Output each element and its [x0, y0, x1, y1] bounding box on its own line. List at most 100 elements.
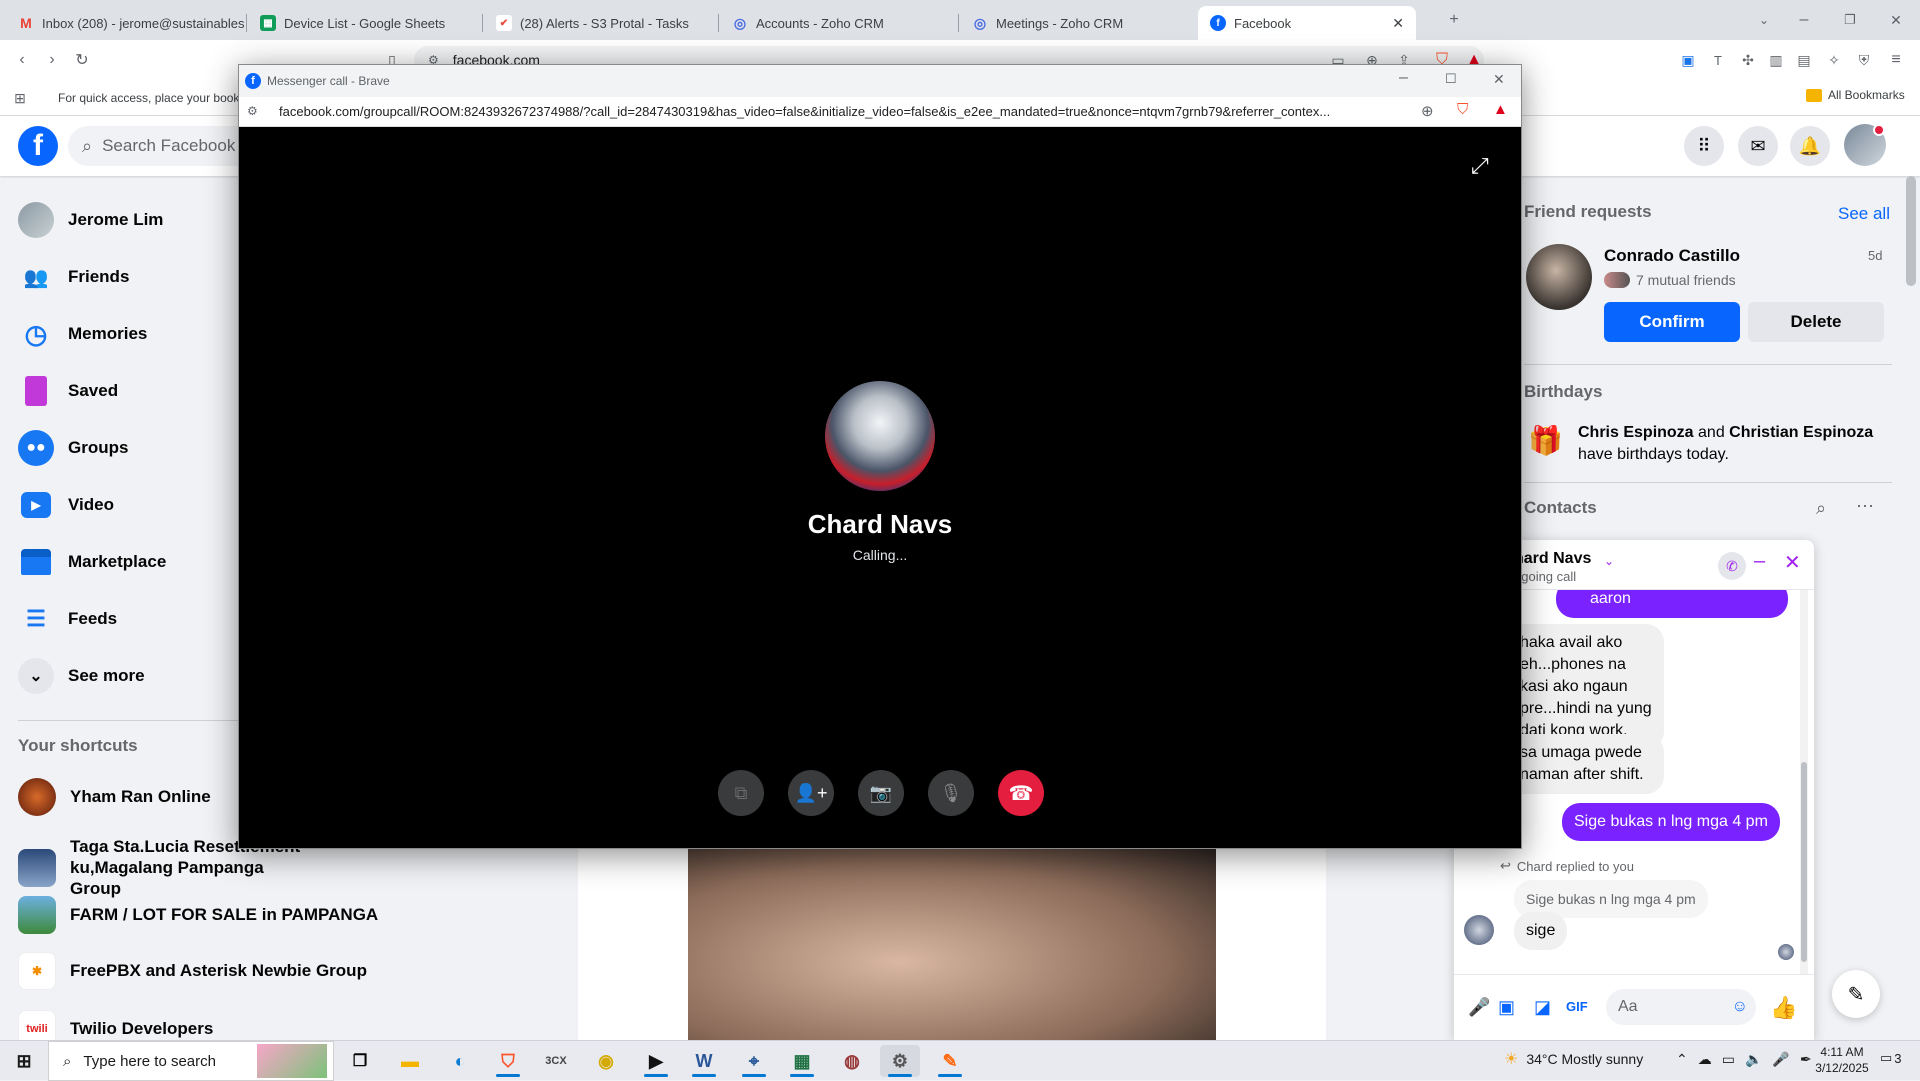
minimize-icon[interactable]: – [1399, 69, 1408, 87]
close-tab-icon[interactable]: ✕ [1392, 15, 1404, 32]
extension-icon[interactable]: ▣ [1676, 48, 1700, 72]
app-orange-icon[interactable]: ✎ [930, 1045, 970, 1077]
popup-title-bar[interactable]: f Messenger call - Brave – ☐ ✕ [239, 65, 1521, 97]
sender-avatar[interactable] [1464, 915, 1494, 945]
app-red-icon[interactable]: ◍ [832, 1045, 872, 1077]
nav-see-more[interactable]: ⌄ See more [18, 658, 145, 694]
message-bubble-outgoing[interactable]: Sige bukas n lng mga 4 pm [1562, 803, 1780, 841]
clock[interactable]: 4:11 AM 3/12/2025 [1810, 1044, 1874, 1076]
emoji-icon[interactable]: ☺ [1732, 998, 1748, 1016]
birthday-name[interactable]: Chris Espinoza [1578, 424, 1694, 441]
apps-grid-icon[interactable]: ⊞ [8, 86, 32, 110]
tab-zoho-meetings[interactable]: ◎ Meetings - Zoho CRM [960, 6, 1196, 40]
start-button[interactable]: ⊞ [4, 1045, 44, 1077]
shortcut-item[interactable]: ✱ FreePBX and Asterisk Newbie Group [18, 952, 367, 990]
app-yellow-icon[interactable]: ◉ [586, 1045, 626, 1077]
tray-chevron-icon[interactable]: ⌃ [1676, 1051, 1688, 1068]
excel-icon[interactable]: ▦ [782, 1045, 822, 1077]
nav-marketplace[interactable]: Marketplace [18, 544, 166, 580]
taskbar-search[interactable]: ⌕ Type here to search [48, 1041, 334, 1081]
nav-video[interactable]: ▶ Video [18, 487, 114, 523]
birthday-name[interactable]: Christian Espinoza [1729, 424, 1873, 441]
nav-feeds[interactable]: ☰ Feeds [18, 601, 117, 637]
app-blue-icon[interactable]: ⌖ [734, 1045, 774, 1077]
brave-shield-icon[interactable]: ⛉ [1457, 101, 1468, 118]
nav-memories[interactable]: ◷ Memories [18, 316, 148, 352]
message-input[interactable]: Aa ☺ [1606, 989, 1756, 1025]
photo-icon[interactable]: ▣ [1498, 997, 1515, 1018]
popup-address-bar[interactable]: ⚙ facebook.com/groupcall/ROOM:8243932672… [239, 97, 1521, 127]
restore-icon[interactable]: ❐ [1838, 8, 1862, 32]
reload-icon[interactable]: ↻ [70, 48, 94, 72]
post-image[interactable] [688, 845, 1216, 1040]
chat-scrollbar-thumb[interactable] [1801, 762, 1807, 962]
app-3cx-icon[interactable]: 3CX [536, 1045, 576, 1077]
video-off-button[interactable]: 📷 [858, 770, 904, 816]
tab-gmail[interactable]: M Inbox (208) - jerome@sustainablesp [6, 6, 244, 40]
nav-friends[interactable]: 👥 Friends [18, 259, 130, 295]
extensions-icon[interactable]: ✣ [1736, 48, 1760, 72]
word-icon[interactable]: W [684, 1045, 724, 1077]
wallet-icon[interactable]: ▤ [1792, 48, 1816, 72]
message-bubble-outgoing[interactable]: aaron [1556, 590, 1788, 618]
leo-icon[interactable]: ✧ [1822, 48, 1846, 72]
tab-facebook[interactable]: f Facebook ✕ [1198, 6, 1416, 40]
notifications-icon[interactable]: 🔔 [1790, 126, 1830, 166]
close-chat-icon[interactable]: ✕ [1784, 550, 1801, 575]
minimize-icon[interactable]: – [1792, 8, 1816, 32]
see-all-link[interactable]: See all [1838, 204, 1890, 224]
notification-center[interactable]: ▭ 3 [1880, 1050, 1902, 1066]
vpn-icon[interactable]: ⛨ [1852, 48, 1876, 72]
shortcut-item[interactable]: FARM / LOT FOR SALE in PAMPANGA [18, 896, 378, 934]
nav-groups[interactable]: ●● Groups [18, 430, 128, 466]
settings-app-icon[interactable]: ⚙ [880, 1045, 920, 1077]
tab-search-icon[interactable]: ⌄ [1752, 8, 1776, 32]
back-icon[interactable]: ‹ [10, 48, 34, 72]
friend-request-name[interactable]: Conrado Castillo [1604, 246, 1740, 266]
new-message-icon[interactable]: ✎ [1832, 970, 1880, 1018]
facebook-logo[interactable]: f [18, 126, 58, 166]
close-window-icon[interactable]: ✕ [1884, 8, 1908, 32]
onedrive-icon[interactable]: ☁ [1698, 1051, 1712, 1068]
like-icon[interactable]: 👍 [1770, 995, 1797, 1021]
messenger-icon[interactable]: ✉ [1738, 126, 1778, 166]
forward-icon[interactable]: › [40, 48, 64, 72]
gif-icon[interactable]: GIF [1566, 999, 1588, 1014]
nav-profile[interactable]: Jerome Lim [18, 202, 163, 238]
mute-button[interactable]: 🎙 [928, 770, 974, 816]
maximize-icon[interactable]: ☐ [1445, 71, 1457, 87]
file-explorer-icon[interactable]: ▬ [390, 1045, 430, 1077]
brave-rewards-icon[interactable]: ▲ [1493, 101, 1508, 118]
site-info-icon[interactable]: ⚙ [247, 104, 258, 118]
phone-icon[interactable]: ✆ [1718, 552, 1746, 580]
message-bubble-incoming[interactable]: sige [1514, 912, 1568, 950]
sidebar-icon[interactable]: ▥ [1764, 48, 1788, 72]
close-window-icon[interactable]: ✕ [1493, 71, 1505, 88]
shortcut-item[interactable]: Yham Ran Online [18, 778, 211, 816]
zoom-icon[interactable]: ⊕ [1421, 102, 1434, 120]
new-tab-icon[interactable]: + [1442, 8, 1466, 32]
network-icon[interactable]: ▭ [1722, 1051, 1735, 1068]
edge-icon[interactable]: ◐ [440, 1045, 480, 1077]
minimize-chat-icon[interactable]: – [1754, 550, 1765, 573]
scrollbar[interactable] [1906, 176, 1916, 286]
search-contacts-icon[interactable]: ⌕ [1816, 498, 1826, 519]
nav-saved[interactable]: Saved [18, 373, 118, 409]
volume-icon[interactable]: 🔈 [1745, 1051, 1762, 1068]
microphone-icon[interactable]: 🎤 [1468, 997, 1490, 1018]
chat-contact-name[interactable]: hard Navs [1514, 550, 1591, 568]
app-dark-icon[interactable]: ▶ [636, 1045, 676, 1077]
tab-alerts[interactable]: ✔ (28) Alerts - S3 Protal - Tasks [484, 6, 716, 40]
confirm-button[interactable]: Confirm [1604, 302, 1740, 342]
more-options-icon[interactable]: ⋯ [1856, 496, 1874, 517]
sticker-icon[interactable]: ◪ [1534, 997, 1551, 1018]
microphone-icon[interactable]: 🎤 [1772, 1051, 1789, 1068]
friend-request-avatar[interactable] [1526, 244, 1592, 310]
menu-icon[interactable]: ≡ [1884, 48, 1908, 72]
menu-grid-icon[interactable]: ⠿ [1684, 126, 1724, 166]
weather-widget[interactable]: ☀ 34°C Mostly sunny [1504, 1049, 1643, 1069]
fullscreen-icon[interactable]: ⤢ [1471, 153, 1489, 179]
task-view-icon[interactable]: ❐ [340, 1045, 380, 1077]
share-screen-button[interactable]: ⧉ [718, 770, 764, 816]
extension-t-icon[interactable]: T [1706, 48, 1730, 72]
